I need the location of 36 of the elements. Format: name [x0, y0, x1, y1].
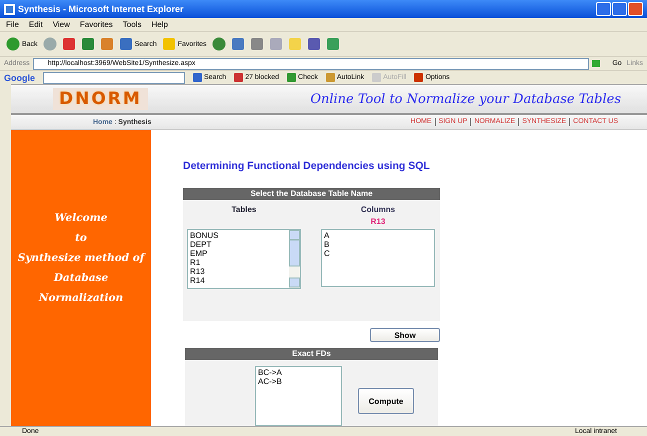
compute-button[interactable]: Compute	[358, 388, 414, 414]
fds-listbox[interactable]: BC->A AC->B	[255, 366, 342, 426]
list-item[interactable]: EMP	[190, 249, 218, 258]
menu-item[interactable]: View	[52, 20, 70, 29]
list-item[interactable]: C	[324, 249, 432, 258]
menu-item[interactable]: Tools	[122, 20, 142, 29]
browser-icon	[4, 4, 15, 14]
list-item[interactable]: A	[324, 231, 432, 240]
tables-label: Tables	[232, 205, 256, 214]
show-button[interactable]: Show	[370, 328, 440, 342]
columns-listbox[interactable]: A B C	[321, 229, 435, 287]
google-search-field[interactable]	[43, 72, 185, 84]
panel-header: Exact FDs	[185, 348, 438, 360]
list-item[interactable]: R14	[190, 276, 218, 285]
list-item[interactable]: BONUS	[190, 231, 218, 240]
tagline: Online Tool to Normalize your Database Tables	[310, 92, 621, 106]
columns-label: Columns	[360, 205, 396, 214]
table-name: R13	[370, 217, 386, 226]
list-item[interactable]: B	[324, 240, 432, 249]
page-heading: Determining Functional Dependencies using SQL	[183, 160, 431, 172]
menu-item[interactable]: Favorites	[80, 20, 113, 29]
menu-item[interactable]: Edit	[28, 20, 43, 29]
list-item[interactable]: AC->B	[258, 377, 339, 386]
window-title: Synthesis - Microsoft Internet Explorer	[18, 4, 185, 14]
panel-header: Select the Database Table Name	[183, 188, 440, 200]
list-item[interactable]: R13	[190, 267, 218, 276]
menu-item[interactable]: File	[6, 20, 19, 29]
menu-item[interactable]: Help	[151, 20, 168, 29]
list-item[interactable]: DEPT	[190, 240, 218, 249]
tables-listbox[interactable]: BONUS DEPT EMP R1 R13 R14	[187, 229, 301, 289]
list-item[interactable]: BC->A	[258, 368, 339, 377]
site-logo: DNORM	[53, 88, 148, 110]
welcome-text: Welcome to Synthesize method of Database Normalization	[18, 211, 144, 306]
list-item[interactable]: R1	[190, 258, 218, 267]
scrollbar[interactable]	[289, 230, 300, 288]
google-logo[interactable]: Google	[4, 72, 35, 82]
